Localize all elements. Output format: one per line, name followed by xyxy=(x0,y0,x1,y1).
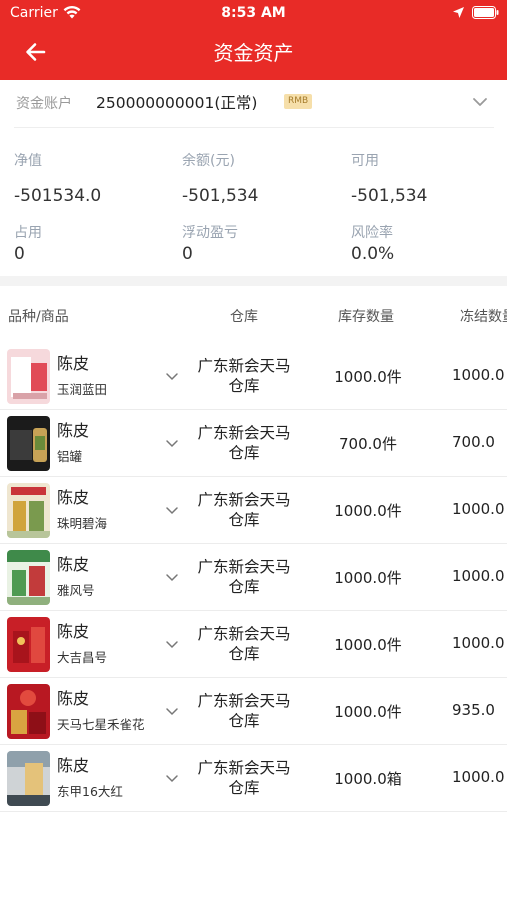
currency-badge: RMB xyxy=(284,94,313,109)
available-label: 可用 xyxy=(351,153,379,169)
product-image xyxy=(7,751,50,806)
product-image xyxy=(7,550,50,605)
product-name: 珠明碧海 xyxy=(57,516,108,531)
table-row[interactable]: 陈皮 玉润蓝田 广东新会天马仓库 1000.0件 1000.0 xyxy=(0,343,507,410)
net-value-label: 净值 xyxy=(14,153,42,169)
product-image xyxy=(7,483,50,538)
frozen-quantity: 1000.0 xyxy=(452,567,505,585)
header-product: 品种/商品 xyxy=(8,309,69,325)
warehouse-name: 广东新会天马仓库 xyxy=(197,357,291,395)
holdings-list: 陈皮 玉润蓝田 广东新会天马仓库 1000.0件 1000.0 陈皮 铝罐 广东… xyxy=(0,343,507,812)
warehouse-name: 广东新会天马仓库 xyxy=(197,491,291,529)
chevron-down-icon[interactable] xyxy=(164,502,180,518)
table-row[interactable]: 陈皮 珠明碧海 广东新会天马仓库 1000.0件 1000.0 xyxy=(0,477,507,544)
chevron-down-icon[interactable] xyxy=(164,368,180,384)
category-name: 陈皮 xyxy=(57,689,90,708)
table-row[interactable]: 陈皮 雅风号 广东新会天马仓库 1000.0件 1000.0 xyxy=(0,544,507,611)
account-number: 250000000001(正常) xyxy=(96,94,258,112)
stock-quantity: 1000.0件 xyxy=(334,636,402,654)
header-warehouse: 仓库 xyxy=(230,309,258,325)
net-value: -501534.0 xyxy=(14,186,102,206)
divider xyxy=(14,127,494,128)
floating-pnl-label: 浮动盈亏 xyxy=(182,225,238,241)
product-image xyxy=(7,684,50,739)
header-stock: 库存数量 xyxy=(338,309,394,325)
chevron-down-icon[interactable] xyxy=(164,703,180,719)
risk-rate-value: 0.0% xyxy=(351,244,395,264)
product-name: 大吉昌号 xyxy=(57,650,108,665)
account-label: 资金账户 xyxy=(16,96,72,112)
product-name: 东甲16大红 xyxy=(57,784,123,799)
product-image xyxy=(7,617,50,672)
category-name: 陈皮 xyxy=(57,488,90,507)
frozen-quantity: 1000.0 xyxy=(452,366,505,384)
occupied-label: 占用 xyxy=(14,225,42,241)
clock: 8:53 AM xyxy=(221,5,286,21)
table-row[interactable]: 陈皮 大吉昌号 广东新会天马仓库 1000.0件 1000.0 xyxy=(0,611,507,678)
frozen-quantity: 1000.0 xyxy=(452,634,505,652)
frozen-quantity: 1000.0 xyxy=(452,500,505,518)
table-row[interactable]: 陈皮 天马七星禾雀花 广东新会天马仓库 1000.0件 935.0 xyxy=(0,678,507,745)
header-frozen: 冻结数量 xyxy=(460,309,507,325)
chevron-down-icon[interactable] xyxy=(470,92,490,112)
warehouse-name: 广东新会天马仓库 xyxy=(197,558,291,596)
warehouse-name: 广东新会天马仓库 xyxy=(197,759,291,797)
balance-value: -501,534 xyxy=(182,186,259,206)
category-name: 陈皮 xyxy=(57,756,90,775)
product-name: 铝罐 xyxy=(57,449,83,464)
stock-quantity: 1000.0箱 xyxy=(334,770,402,788)
stock-quantity: 1000.0件 xyxy=(334,368,402,386)
warehouse-name: 广东新会天马仓库 xyxy=(197,424,291,462)
frozen-quantity: 1000.0 xyxy=(452,768,505,786)
product-name: 雅风号 xyxy=(57,583,95,598)
category-name: 陈皮 xyxy=(57,354,90,373)
category-name: 陈皮 xyxy=(57,421,90,440)
section-separator xyxy=(0,276,507,286)
table-row[interactable]: 陈皮 东甲16大红 广东新会天马仓库 1000.0箱 1000.0 xyxy=(0,745,507,812)
category-name: 陈皮 xyxy=(57,555,90,574)
status-bar: Carrier 8:53 AM xyxy=(0,0,507,28)
warehouse-name: 广东新会天马仓库 xyxy=(197,625,291,663)
frozen-quantity: 700.0 xyxy=(452,433,495,451)
table-row[interactable]: 陈皮 铝罐 广东新会天马仓库 700.0件 700.0 xyxy=(0,410,507,477)
stock-quantity: 700.0件 xyxy=(339,435,397,453)
chevron-down-icon[interactable] xyxy=(164,770,180,786)
floating-pnl-value: 0 xyxy=(182,244,193,264)
frozen-quantity: 935.0 xyxy=(452,701,495,719)
product-name: 天马七星禾雀花 xyxy=(57,717,145,732)
product-image xyxy=(7,349,50,404)
category-name: 陈皮 xyxy=(57,622,90,641)
account-selector[interactable]: 资金账户 250000000001(正常) RMB xyxy=(0,80,507,126)
app-header: Carrier 8:53 AM 资金资产 xyxy=(0,0,507,80)
risk-rate-label: 风险率 xyxy=(351,225,393,241)
chevron-down-icon[interactable] xyxy=(164,636,180,652)
location-arrow-icon xyxy=(453,7,464,18)
stock-quantity: 1000.0件 xyxy=(334,569,402,587)
chevron-down-icon[interactable] xyxy=(164,569,180,585)
product-image xyxy=(7,416,50,471)
stock-quantity: 1000.0件 xyxy=(334,502,402,520)
battery-icon xyxy=(472,6,499,19)
available-value: -501,534 xyxy=(351,186,428,206)
page-title: 资金资产 xyxy=(213,41,294,65)
product-name: 玉润蓝田 xyxy=(57,382,108,397)
chevron-down-icon[interactable] xyxy=(164,435,180,451)
stock-quantity: 1000.0件 xyxy=(334,703,402,721)
occupied-value: 0 xyxy=(14,244,25,264)
warehouse-name: 广东新会天马仓库 xyxy=(197,692,291,730)
balance-label: 余额(元) xyxy=(182,153,235,169)
